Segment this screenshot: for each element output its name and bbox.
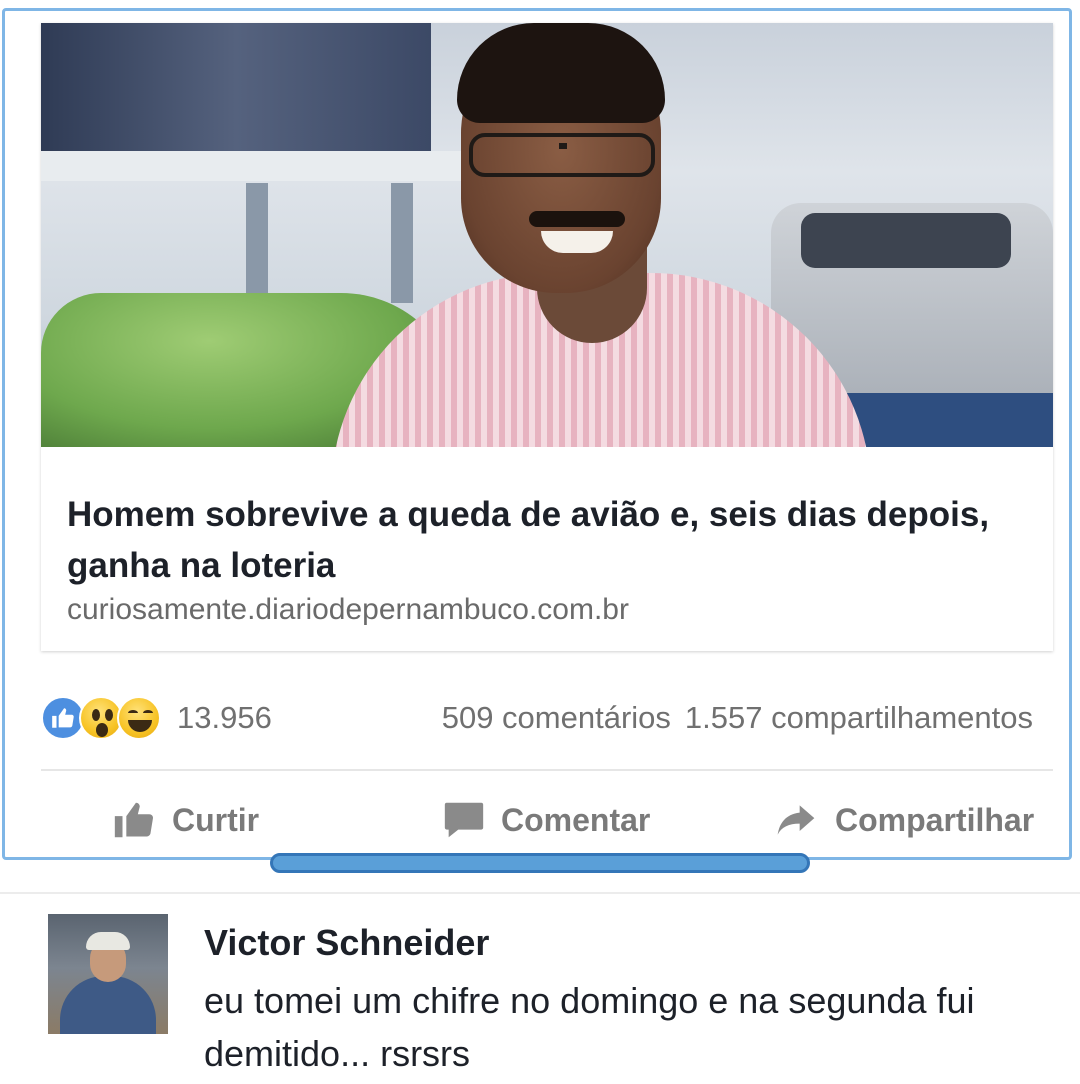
- reactions-summary[interactable]: 13.956: [41, 694, 272, 742]
- shares-count[interactable]: 1.557 compartilhamentos: [685, 700, 1033, 736]
- thumbs-up-icon: [114, 802, 153, 838]
- comment-button[interactable]: Comentar: [441, 789, 650, 851]
- comment-author[interactable]: Victor Schneider: [204, 922, 489, 964]
- comment-label: Comentar: [501, 801, 651, 838]
- haha-icon: [117, 696, 161, 740]
- divider: [41, 769, 1053, 771]
- share-label: Compartilhar: [835, 801, 1035, 838]
- article-image[interactable]: [41, 23, 1053, 447]
- like-label: Curtir: [172, 801, 260, 838]
- article-headline[interactable]: Homem sobrevive a queda de avião e, seis…: [67, 489, 1027, 591]
- share-button[interactable]: Compartilhar: [771, 789, 1034, 851]
- avatar[interactable]: [48, 914, 168, 1034]
- comment-divider: [0, 892, 1080, 894]
- comment-text: eu tomei um chifre no domingo e na segun…: [204, 980, 975, 1074]
- reactions-count: 13.956: [177, 700, 272, 735]
- like-button[interactable]: Curtir: [110, 789, 259, 851]
- share-arrow-icon: [777, 805, 815, 835]
- scrollbar[interactable]: [270, 853, 810, 873]
- post-card: Homem sobrevive a queda de avião e, seis…: [2, 8, 1072, 860]
- link-preview-card[interactable]: Homem sobrevive a queda de avião e, seis…: [41, 23, 1053, 651]
- speech-bubble-icon: [444, 802, 484, 838]
- engagement-counts: 509 comentários 1.557 compartilhamentos: [442, 694, 1033, 742]
- comments-count[interactable]: 509 comentários: [442, 700, 671, 736]
- article-domain: curiosamente.diariodepernambuco.com.br: [67, 593, 629, 626]
